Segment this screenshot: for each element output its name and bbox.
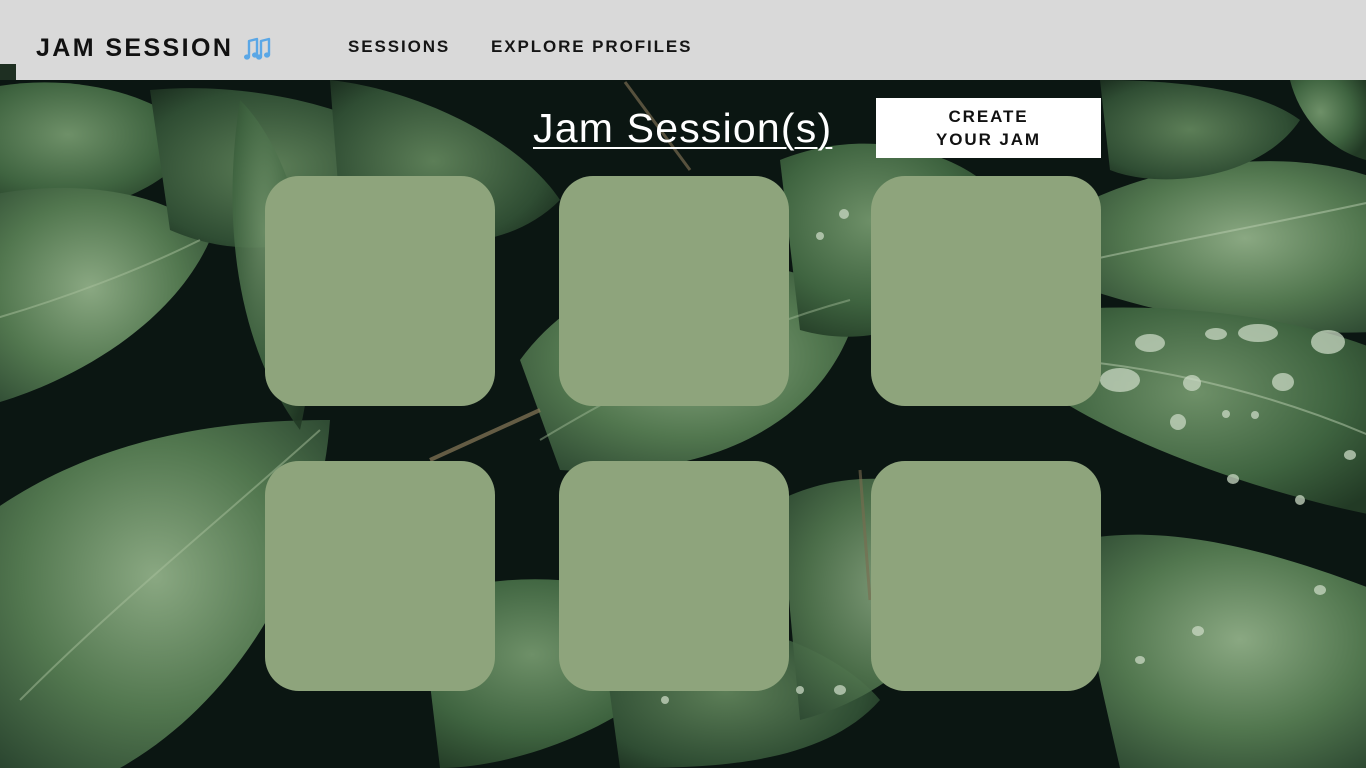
music-notes-icon [244,37,271,60]
session-card[interactable] [265,461,495,691]
header-corner-notch [0,64,16,80]
app-title: JAM SESSION [36,33,234,62]
session-card[interactable] [265,176,495,406]
session-card[interactable] [559,176,789,406]
create-jam-button[interactable]: CREATE YOUR JAM [876,98,1101,158]
top-navigation-bar: JAM SESSION SESSIONS EXPLORE PROFILES [0,0,1366,80]
nav-sessions-link[interactable]: SESSIONS [348,37,450,57]
session-card[interactable] [871,176,1101,406]
session-card[interactable] [871,461,1101,691]
nav-explore-profiles-link[interactable]: EXPLORE PROFILES [491,37,692,57]
brand-logo[interactable]: JAM SESSION [36,30,273,66]
create-jam-button-label: CREATE YOUR JAM [936,107,1041,149]
session-card[interactable] [559,461,789,691]
page-title: Jam Session(s) [533,105,833,151]
